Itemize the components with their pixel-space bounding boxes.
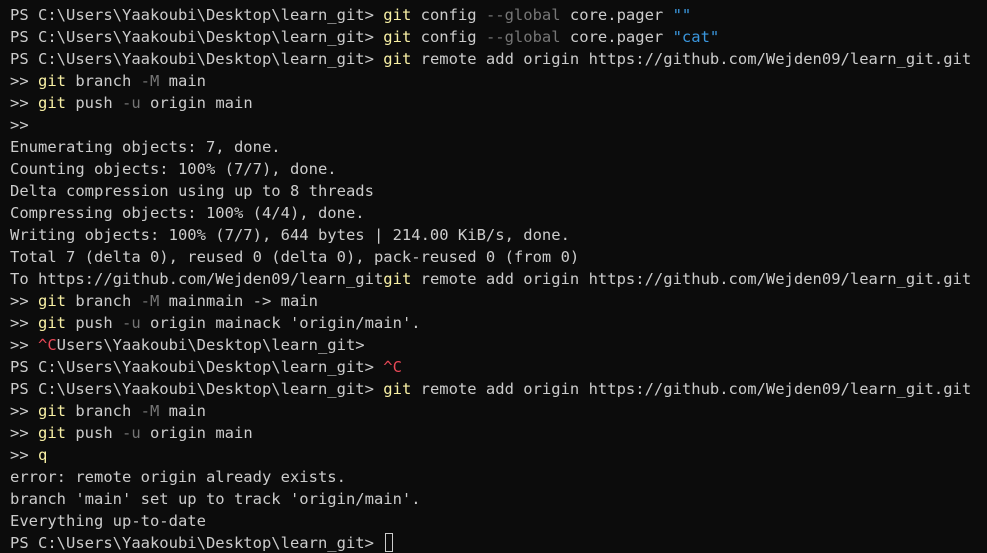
output-text: config [411,28,486,46]
output-text: remote add origin https://github.com/Wej… [411,50,972,68]
command-token: git [38,314,66,332]
string-token: "cat" [672,28,720,46]
output-text: origin main [140,94,253,112]
control-token: ^C [383,358,402,376]
command-token: q [38,446,48,464]
terminal-line: Compressing objects: 100% (4/4), done. [10,202,987,224]
output-text: Writing objects: 100% (7/7), 644 bytes |… [10,226,570,244]
command-token: git [38,292,66,310]
output-text: core.pager [560,6,673,24]
output-text: To https://github.com/Wejden09/learn_git [10,270,384,288]
terminal-line: PS C:\Users\Yaakoubi\Desktop\learn_git> … [10,26,987,48]
output-text: >> [10,116,29,134]
parameter-token: -M [140,402,160,420]
command-token: git [38,402,66,420]
terminal-line: PS C:\Users\Yaakoubi\Desktop\learn_git> [10,532,987,553]
parameter-token: --global [485,28,561,46]
command-token: git [383,6,412,24]
terminal-line: >> git push -u origin main [10,92,987,114]
output-text: origin mainack 'origin/main'. [140,314,421,332]
output-text: Compressing objects: 100% (4/4), done. [10,204,365,222]
output-text: push [66,314,122,332]
output-text: PS C:\Users\Yaakoubi\Desktop\learn_git> [10,50,384,68]
terminal-line: Total 7 (delta 0), reused 0 (delta 0), p… [10,246,987,268]
terminal-line: PS C:\Users\Yaakoubi\Desktop\learn_git> … [10,48,987,70]
terminal-line: >> git push -u origin mainack 'origin/ma… [10,312,987,334]
terminal-line: PS C:\Users\Yaakoubi\Desktop\learn_git> … [10,4,987,26]
output-text: push [66,94,122,112]
output-text: PS C:\Users\Yaakoubi\Desktop\learn_git> [10,380,384,398]
output-text: >> [10,94,38,112]
parameter-token: -u [122,424,141,442]
output-text: push [66,424,122,442]
parameter-token: -M [140,72,160,90]
parameter-token: -u [122,94,141,112]
string-token: "" [672,6,692,24]
terminal-line: Writing objects: 100% (7/7), 644 bytes |… [10,224,987,246]
terminal-line: >> [10,114,987,136]
terminal-line: PS C:\Users\Yaakoubi\Desktop\learn_git> … [10,356,987,378]
output-text: branch [66,72,141,90]
command-token: git [38,424,66,442]
command-token: git [383,270,412,288]
command-token: git [38,94,66,112]
output-text: Enumerating objects: 7, done. [10,138,281,156]
text-cursor [385,533,394,552]
output-text: >> [10,402,38,420]
output-text: main [159,72,206,90]
command-token: git [383,380,412,398]
output-text: branch 'main' set up to track 'origin/ma… [10,490,421,508]
output-text: >> [10,314,38,332]
parameter-token: -u [122,314,141,332]
output-text: remote add origin https://github.com/Wej… [411,380,972,398]
output-text: config [411,6,486,24]
output-text: >> [10,424,38,442]
output-text: error: remote origin already exists. [10,468,346,486]
terminal-window[interactable]: PS C:\Users\Yaakoubi\Desktop\learn_git> … [0,0,987,553]
terminal-line: >> git branch -M main [10,70,987,92]
command-token: git [38,72,66,90]
output-text: branch [66,402,141,420]
control-token: ^C [38,336,57,354]
terminal-line: Everything up-to-date [10,510,987,532]
output-text: PS C:\Users\Yaakoubi\Desktop\learn_git> [10,6,384,24]
output-text: >> [10,446,38,464]
terminal-line: >> q [10,444,987,466]
output-text: mainmain -> main [159,292,318,310]
output-text: >> [10,336,38,354]
output-text: Total 7 (delta 0), reused 0 (delta 0), p… [10,248,580,266]
terminal-line: To https://github.com/Wejden09/learn_git… [10,268,987,290]
output-text: remote add origin https://github.com/Wej… [411,270,972,288]
terminal-line: error: remote origin already exists. [10,466,987,488]
terminal-line: >> git branch -M main [10,400,987,422]
output-text: PS C:\Users\Yaakoubi\Desktop\learn_git> [10,534,384,552]
output-text: Counting objects: 100% (7/7), done. [10,160,337,178]
terminal-line: >> ^CUsers\Yaakoubi\Desktop\learn_git> [10,334,987,356]
terminal-line: >> git push -u origin main [10,422,987,444]
output-text: origin main [140,424,253,442]
terminal-line: Counting objects: 100% (7/7), done. [10,158,987,180]
output-text: PS C:\Users\Yaakoubi\Desktop\learn_git> [10,358,384,376]
output-text: >> [10,72,38,90]
output-text: >> [10,292,38,310]
command-token: git [383,28,412,46]
parameter-token: -M [140,292,160,310]
command-token: git [383,50,412,68]
terminal-line: branch 'main' set up to track 'origin/ma… [10,488,987,510]
output-text: Everything up-to-date [10,512,206,530]
terminal-line: >> git branch -M mainmain -> main [10,290,987,312]
output-text: PS C:\Users\Yaakoubi\Desktop\learn_git> [10,28,384,46]
terminal-line: Delta compression using up to 8 threads [10,180,987,202]
output-text: Users\Yaakoubi\Desktop\learn_git> [56,336,365,354]
output-text: Delta compression using up to 8 threads [10,182,374,200]
output-text: branch [66,292,141,310]
output-text: main [159,402,206,420]
parameter-token: --global [485,6,561,24]
terminal-line: Enumerating objects: 7, done. [10,136,987,158]
terminal-line: PS C:\Users\Yaakoubi\Desktop\learn_git> … [10,378,987,400]
output-text: core.pager [560,28,673,46]
